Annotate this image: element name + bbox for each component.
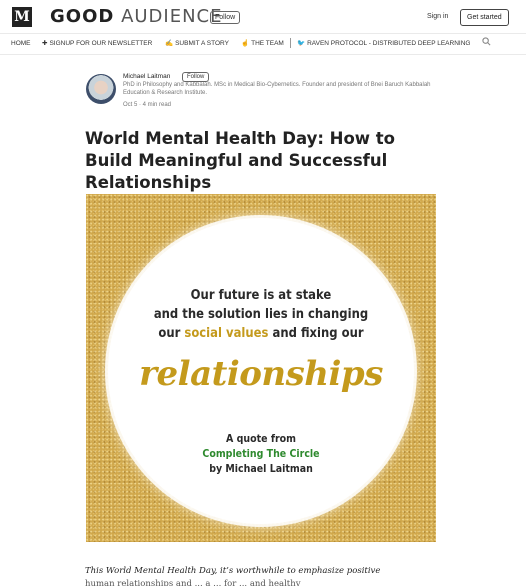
nav-item-label: HOME xyxy=(11,40,31,47)
follow-publication-button[interactable]: Follow xyxy=(210,11,241,24)
quote-text: our xyxy=(158,325,185,341)
nav-item-raven-protocol[interactable]: 🐦 RAVEN PROTOCOL - DISTRIBUTED DEEP LEARN… xyxy=(297,39,470,48)
hero-quote: Our future is at stake and the solution … xyxy=(111,286,412,343)
nav-divider xyxy=(290,38,291,48)
quote-highlight: social values xyxy=(184,325,269,341)
sign-in-link[interactable]: Sign in xyxy=(427,13,448,20)
quote-line: and the solution lies in changing xyxy=(153,306,369,322)
nav-item-team[interactable]: ☝ THE TEAM xyxy=(241,39,284,48)
quote-line: our social values and fixing our xyxy=(111,324,412,343)
hero-credit: A quote from Completing The Circle by Mi… xyxy=(104,432,419,477)
publication-name[interactable]: GOOD AUDIENCE xyxy=(50,7,223,27)
credit-book-title: Completing The Circle xyxy=(202,448,320,460)
author-name[interactable]: Michael Laitman xyxy=(123,73,170,81)
nav-item-submit-story[interactable]: ✍ SUBMIT A STORY xyxy=(165,39,229,48)
nav-item-label: SIGNUP FOR OUR NEWSLETTER xyxy=(49,40,153,47)
get-started-button[interactable]: Get started xyxy=(460,9,509,26)
publication-nav: HOME ✚ SIGNUP FOR OUR NEWSLETTER ✍ SUBMIT … xyxy=(0,33,526,55)
quote-line: Our future is at stake xyxy=(190,287,332,303)
hero-image: Our future is at stake and the solution … xyxy=(86,194,436,542)
credit-line: by Michael Laitman xyxy=(209,463,313,475)
hand-icon: ☝ xyxy=(241,40,250,47)
article-intro-line2: human relationships and ... a ... for ..… xyxy=(85,579,301,586)
author-avatar[interactable] xyxy=(86,74,116,104)
article-title: World Mental Health Day: How to Build Me… xyxy=(85,129,396,192)
author-bio: PhD in Philosophy and Kabbalah. MSc in M… xyxy=(123,82,431,96)
nav-item-home[interactable]: HOME xyxy=(11,39,31,48)
quote-text: and fixing our xyxy=(268,325,364,341)
search-icon[interactable] xyxy=(482,37,491,48)
top-bar: M GOOD AUDIENCE Follow Sign in Get start… xyxy=(0,0,526,34)
medium-logo[interactable]: M xyxy=(12,7,32,27)
publication-name-part2: AUDIENCE xyxy=(121,6,223,27)
nav-item-newsletter[interactable]: ✚ SIGNUP FOR OUR NEWSLETTER xyxy=(42,39,152,48)
raven-icon: 🐦 xyxy=(297,40,306,47)
nav-item-label: RAVEN PROTOCOL - DISTRIBUTED DEEP LEARNI… xyxy=(307,40,471,47)
article-intro: This World Mental Health Day, it’s worth… xyxy=(85,566,381,576)
post-meta: Oct 5 · 4 min read xyxy=(123,102,172,108)
nav-item-label: THE TEAM xyxy=(251,40,284,47)
plus-icon: ✚ xyxy=(42,40,48,47)
hero-script-word: relationships xyxy=(139,354,383,394)
pencil-icon: ✍ xyxy=(165,40,174,47)
nav-item-label: SUBMIT A STORY xyxy=(175,40,229,47)
credit-line: A quote from xyxy=(226,433,296,445)
publication-name-part1: GOOD xyxy=(50,6,115,27)
